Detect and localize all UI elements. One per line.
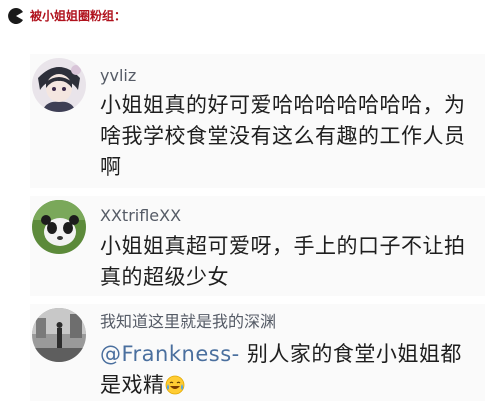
laughing-crying-emoji <box>165 375 184 395</box>
comment-username[interactable]: yvliz <box>100 66 136 86</box>
street-photo-avatar[interactable] <box>32 308 86 362</box>
comment-text: 小姐姐真的好可爱哈哈哈哈哈哈哈，为啥我学校食堂没有这么有趣的工作人员啊 <box>100 93 466 179</box>
anime-character-avatar[interactable] <box>32 58 86 112</box>
comment-item: XXtrifleXX 小姐姐真超可爱呀，手上的口子不让拍真的超级少女 <box>30 196 485 296</box>
header-title: 被小姐姐圈粉组： <box>30 9 127 23</box>
page-header: 被小姐姐圈粉组： <box>8 8 126 24</box>
comment-username[interactable]: 我知道这里就是我的深渊 <box>100 312 276 332</box>
comment-item: yvliz 小姐姐真的好可爱哈哈哈哈哈哈哈，为啥我学校食堂没有这么有趣的工作人员… <box>30 54 485 188</box>
comment-item: 我知道这里就是我的深渊 @Frankness- 别人家的食堂小姐姐都是戏精 <box>30 304 485 401</box>
comment-text: @Frankness- 别人家的食堂小姐姐都是戏精 <box>100 339 477 401</box>
panda-cat-avatar[interactable] <box>32 200 86 254</box>
mention-link[interactable]: @Frankness- <box>100 342 240 366</box>
pacman-icon <box>8 8 23 24</box>
comment-text: 小姐姐真超可爱呀，手上的口子不让拍真的超级少女 <box>100 234 466 289</box>
comment-username[interactable]: XXtrifleXX <box>100 206 181 226</box>
